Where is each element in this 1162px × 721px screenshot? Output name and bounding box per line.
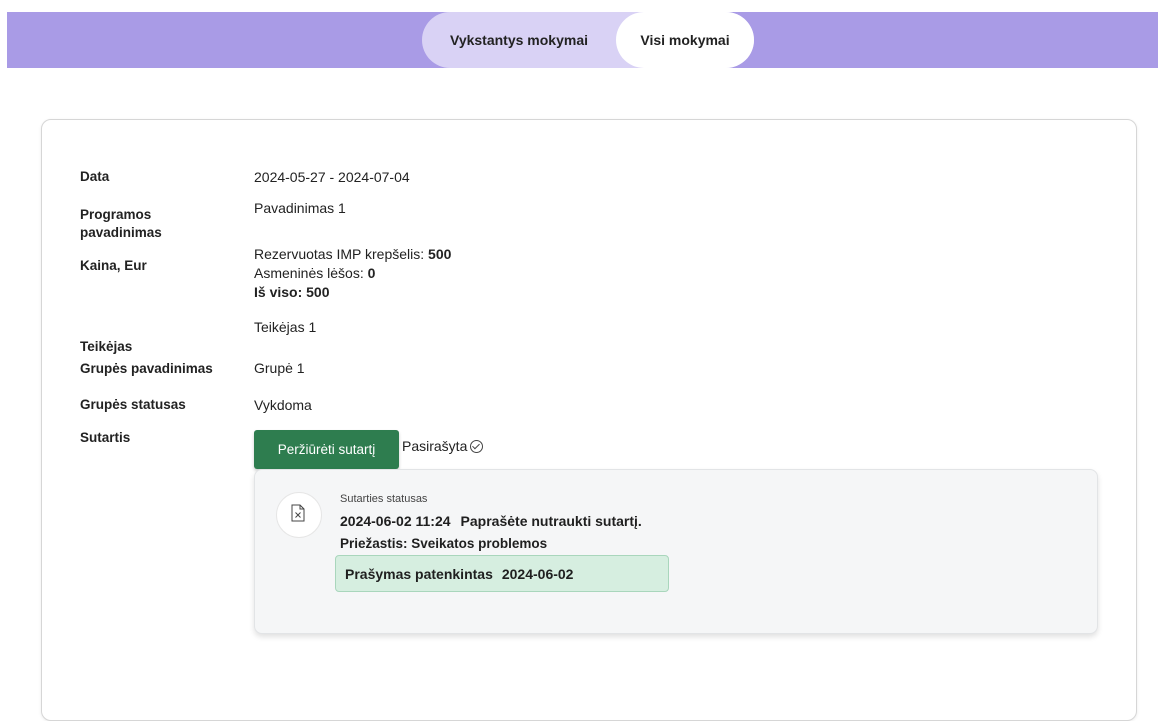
request-approved-badge: Prašymas patenkintas 2024-06-02: [335, 555, 669, 592]
price-reserved-label: Rezervuotas IMP krepšelis:: [254, 246, 425, 262]
date-value: 2024-05-27 - 2024-07-04: [254, 169, 410, 185]
tab-all-trainings[interactable]: Visi mokymai: [616, 12, 754, 68]
price-values: Rezervuotas IMP krepšelis: 500 Asmeninės…: [254, 245, 451, 302]
status-line: 2024-06-02 11:24 Paprašėte nutraukti suta…: [340, 513, 642, 529]
signed-text: Pasirašyta: [402, 438, 468, 454]
price-label: Kaina, Eur: [80, 258, 147, 273]
price-own-value: 0: [367, 265, 376, 281]
document-cancel-icon: [291, 504, 305, 522]
price-own-line: Asmeninės lėšos: 0: [254, 264, 451, 283]
tab-ongoing-trainings[interactable]: Vykstantys mokymai: [422, 12, 616, 68]
program-value: Pavadinimas 1: [254, 200, 346, 216]
termination-reason: Priežastis: Sveikatos problemos: [340, 536, 548, 551]
document-icon-badge: [276, 492, 322, 538]
status-message: Paprašėte nutraukti sutartį.: [460, 513, 642, 529]
price-total: Iš viso: 500: [254, 284, 330, 300]
contract-label: Sutartis: [80, 430, 131, 445]
group-status-value: Vykdoma: [254, 397, 312, 413]
tab-switcher: Vykstantys mokymai Visi mokymai: [422, 12, 754, 68]
status-title: Sutarties statusas: [340, 493, 428, 505]
price-own-label: Asmeninės lėšos:: [254, 265, 364, 281]
provider-label: Teikėjas: [80, 339, 133, 354]
provider-value: Teikėjas 1: [254, 319, 317, 335]
group-name-value: Grupė 1: [254, 360, 305, 376]
price-reserved-line: Rezervuotas IMP krepšelis: 500: [254, 245, 451, 264]
request-date: 2024-06-02: [501, 565, 574, 582]
date-label: Data: [80, 169, 110, 184]
status-datetime: 2024-06-02 11:24: [340, 513, 451, 529]
check-circle-icon: [470, 439, 484, 453]
request-status: Prašymas patenkintas: [345, 565, 493, 582]
view-contract-button[interactable]: Peržiūrėti sutartį: [254, 430, 399, 469]
price-reserved-value: 500: [428, 246, 452, 262]
program-label: Programos pavadinimas: [80, 207, 162, 240]
group-name-label: Grupės pavadinimas: [80, 361, 213, 376]
group-status-label: Grupės statusas: [80, 397, 186, 412]
signed-status: Pasirašyta: [402, 438, 484, 454]
